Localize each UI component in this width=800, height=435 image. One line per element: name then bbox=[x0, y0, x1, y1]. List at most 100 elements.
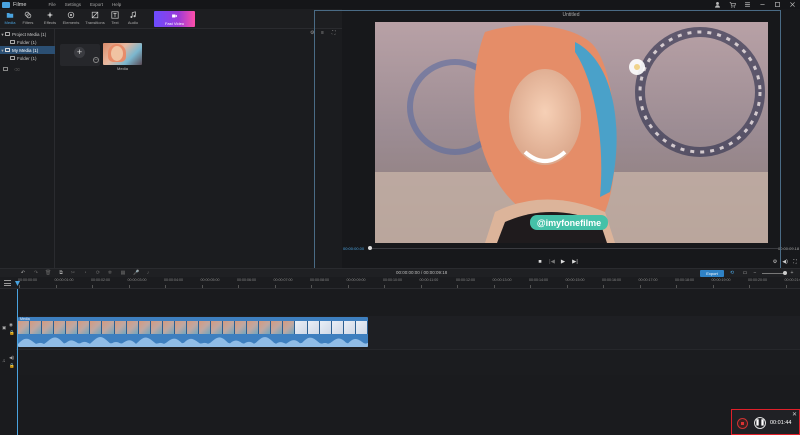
audio-track-header: ♫ ◀) 🔒 bbox=[0, 353, 16, 377]
folder-icon bbox=[5, 32, 10, 36]
menu-export[interactable]: Export bbox=[90, 2, 103, 7]
preview-video[interactable]: @imyfonefilme bbox=[375, 22, 768, 243]
stop-recording-button[interactable] bbox=[737, 418, 748, 429]
audio-detach-icon[interactable]: ♪ bbox=[145, 270, 151, 276]
zoom-slider-handle[interactable] bbox=[783, 271, 787, 275]
tab-elements-label: Elements bbox=[62, 20, 80, 25]
freeze-icon[interactable]: ❄ bbox=[107, 270, 113, 276]
close-icon[interactable] bbox=[789, 1, 796, 8]
add-folder-icon[interactable] bbox=[3, 67, 8, 71]
remove-icon[interactable]: – bbox=[93, 57, 99, 63]
preview-scrubber[interactable] bbox=[368, 248, 778, 249]
track-menu-icon[interactable] bbox=[4, 280, 11, 286]
play-icon[interactable]: ▶ bbox=[560, 259, 566, 265]
clip-frame bbox=[283, 321, 296, 334]
plus-icon: + bbox=[74, 47, 85, 58]
tree-item-folder[interactable]: Folder (1) bbox=[0, 54, 55, 62]
crop-icon[interactable]: ⧉ bbox=[58, 270, 64, 276]
rotate-icon[interactable]: ⟳ bbox=[95, 270, 101, 276]
tab-effects[interactable]: Effects bbox=[40, 11, 60, 28]
ruler-tick-mark bbox=[238, 285, 239, 288]
pause-recording-button[interactable]: ❚❚ bbox=[754, 417, 766, 429]
expand-icon[interactable]: ⛶ bbox=[332, 31, 337, 36]
tab-filters[interactable]: Filters bbox=[18, 11, 38, 28]
redo-icon[interactable]: ↷ bbox=[33, 270, 39, 276]
lock-icon[interactable]: 🔒 bbox=[9, 363, 15, 369]
preview-current-time: 00:00:00.00 bbox=[343, 246, 365, 251]
export-button[interactable]: Export bbox=[700, 270, 724, 277]
mosaic-icon[interactable]: ▦ bbox=[120, 270, 126, 276]
playhead[interactable] bbox=[17, 289, 18, 435]
ruler-tick-mark bbox=[92, 285, 93, 288]
speaker-icon[interactable]: ◀) bbox=[9, 355, 14, 361]
timeline-ruler[interactable]: 00:00:00:00 00:00:01:00 00:00:02:00 00:00:0… bbox=[0, 277, 800, 289]
menu-file[interactable]: File bbox=[48, 2, 55, 7]
delete-icon[interactable]: 🗑 bbox=[45, 270, 51, 276]
speed-icon[interactable]: ◔ bbox=[82, 270, 88, 276]
video-clip[interactable]: Media bbox=[18, 317, 368, 347]
snapshot-icon[interactable]: ⚙ bbox=[772, 259, 778, 265]
tab-text[interactable]: Text bbox=[105, 11, 125, 28]
menu-settings[interactable]: Settings bbox=[65, 2, 81, 7]
clip-frame bbox=[138, 321, 151, 334]
tab-transitions[interactable]: Transitions bbox=[85, 11, 105, 28]
minimize-icon[interactable] bbox=[759, 1, 766, 8]
delete-folder-icon[interactable]: ⌫ bbox=[14, 67, 20, 72]
maximize-icon[interactable] bbox=[774, 1, 781, 8]
cart-icon[interactable] bbox=[729, 1, 736, 8]
tab-elements[interactable]: Elements bbox=[61, 11, 81, 28]
zoom-out-icon[interactable]: − bbox=[752, 270, 758, 276]
import-media-button[interactable]: + – bbox=[60, 44, 100, 66]
ruler-tick-mark bbox=[55, 285, 57, 288]
clip-frame bbox=[355, 321, 368, 334]
folder-icon bbox=[5, 48, 10, 52]
subtitle-icon[interactable]: ▭ bbox=[742, 270, 748, 276]
window-controls bbox=[714, 1, 796, 8]
media-library: ⚙ ≡ ⛶ + – Media bbox=[56, 29, 341, 268]
lock-icon[interactable]: 🔒 bbox=[9, 330, 15, 336]
tab-audio[interactable]: Audio bbox=[123, 11, 143, 28]
folder-icon bbox=[6, 13, 14, 18]
clip-frame bbox=[295, 321, 308, 334]
fullscreen-icon[interactable]: ⛶ bbox=[792, 259, 798, 265]
visibility-icon[interactable]: ◉ bbox=[9, 322, 13, 328]
ruler-tick-label: 00:00:08:00 bbox=[310, 278, 329, 282]
clip-frame bbox=[90, 321, 103, 334]
grid-view-icon[interactable]: ≡ bbox=[321, 31, 326, 36]
menu-help[interactable]: Help bbox=[112, 2, 121, 7]
title-bar: Filme File Settings Export Help bbox=[0, 0, 800, 9]
microphone-icon[interactable]: 🎤 bbox=[133, 270, 139, 276]
audio-track[interactable] bbox=[16, 349, 800, 375]
menu-lines-icon[interactable] bbox=[744, 1, 751, 8]
app-window: Filme File Settings Export Help Media Fi… bbox=[0, 0, 800, 435]
tab-media[interactable]: Media bbox=[0, 11, 20, 28]
media-thumbnail[interactable] bbox=[103, 43, 142, 65]
zoom-in-icon[interactable]: + bbox=[789, 270, 795, 276]
clip-frame bbox=[114, 321, 127, 334]
timeline-tracks: ▣ ◉ 🔒 ♫ ◀) 🔒 Media bbox=[0, 289, 800, 435]
tab-effects-label: Effects bbox=[43, 20, 57, 25]
tree-item-project-media[interactable]: ▼ Project Media (1) bbox=[0, 30, 55, 38]
tree-item-my-media[interactable]: ▼ My Media (1) bbox=[0, 46, 55, 54]
ruler-tick-mark bbox=[712, 285, 714, 288]
undo-icon[interactable]: ↶ bbox=[20, 270, 26, 276]
clip-frame bbox=[211, 321, 224, 334]
stop-icon[interactable]: ■ bbox=[537, 259, 543, 265]
next-frame-icon[interactable]: ▶| bbox=[572, 259, 578, 265]
ruler-tick-label: 00:00:05:00 bbox=[200, 278, 220, 282]
close-recorder-icon[interactable]: ✕ bbox=[792, 411, 797, 418]
settings-icon[interactable]: ⚙ bbox=[310, 31, 315, 36]
account-icon[interactable] bbox=[714, 1, 721, 8]
screen-recorder-widget: ❚❚ 00:01:44 ✕ bbox=[731, 409, 800, 435]
ruler-tick-mark bbox=[19, 285, 20, 288]
media-thumbnail-label: Media bbox=[117, 66, 128, 71]
volume-icon[interactable]: ◀) bbox=[782, 259, 788, 265]
previous-frame-icon[interactable]: |◀ bbox=[549, 259, 555, 265]
preview-total-time: 00:00:09.18 bbox=[778, 246, 800, 251]
split-icon[interactable]: ✂ bbox=[70, 270, 76, 276]
tree-item-folder[interactable]: Folder (1) bbox=[0, 38, 55, 46]
fast-video-button[interactable]: Fast Video bbox=[154, 11, 195, 27]
preview-scrubber-handle[interactable] bbox=[368, 246, 372, 250]
snap-icon[interactable]: ⟲ bbox=[729, 270, 735, 276]
video-track-icon: ▣ bbox=[2, 325, 7, 330]
